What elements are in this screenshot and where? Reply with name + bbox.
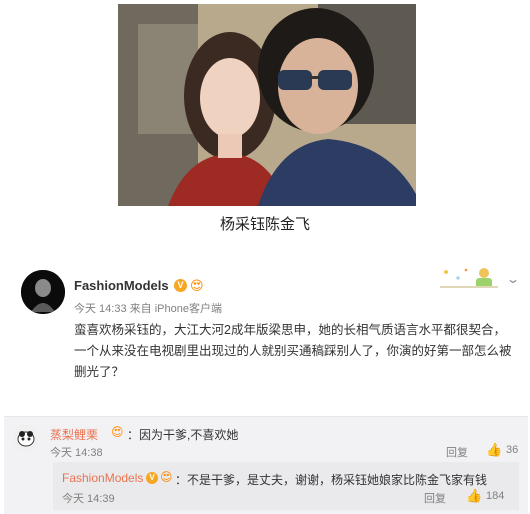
thumbs-up-icon[interactable]: 👍: [486, 442, 502, 458]
post-text: 蛮喜欢杨采钰的，大江大河2成年版梁思申，她的长相气质语言水平都很契合，一个从来没…: [74, 323, 512, 379]
post-photo[interactable]: [118, 4, 416, 206]
crown-emoji-icon: 😍: [111, 425, 124, 439]
post-meta: 今天 14:33 来自 iPhone客户端: [74, 300, 222, 316]
crown-emoji-icon: 😍: [160, 470, 173, 484]
chevron-down-icon[interactable]: ⌄: [506, 272, 520, 286]
comment-username[interactable]: 蒸梨鲤栗: [50, 426, 98, 443]
crown-emoji-icon: 😍: [190, 278, 204, 293]
thumbs-up-icon[interactable]: 👍: [466, 488, 482, 504]
comment-text: ：因为干爹,不喜欢她: [127, 428, 239, 442]
post-time[interactable]: 今天 14:33: [74, 303, 127, 315]
comment-reply-button[interactable]: 回复: [446, 444, 468, 460]
reply-time: 今天 14:39: [62, 493, 115, 505]
photo-caption: 杨采钰陈金飞: [219, 216, 310, 233]
photo-illustration: [118, 4, 416, 206]
reply-reply-button[interactable]: 回复: [424, 490, 446, 506]
comment-like-count: 36: [506, 444, 519, 456]
reply-text: ：不是干爹，是丈夫，谢谢，杨采钰她娘家比陈金飞家有钱: [175, 473, 488, 487]
post-source: 来自 iPhone客户端: [129, 303, 222, 315]
reply-username[interactable]: FashionModels: [62, 471, 143, 485]
decorative-card-icon: [440, 268, 498, 288]
verified-badge: V: [174, 279, 187, 292]
verified-badge: V: [146, 472, 158, 484]
author-avatar[interactable]: [21, 270, 65, 314]
reply-like-count: 184: [486, 490, 505, 502]
author-username[interactable]: FashionModels: [74, 278, 169, 293]
comment-time: 今天 14:38: [50, 447, 103, 459]
commenter-avatar[interactable]: [13, 425, 39, 451]
